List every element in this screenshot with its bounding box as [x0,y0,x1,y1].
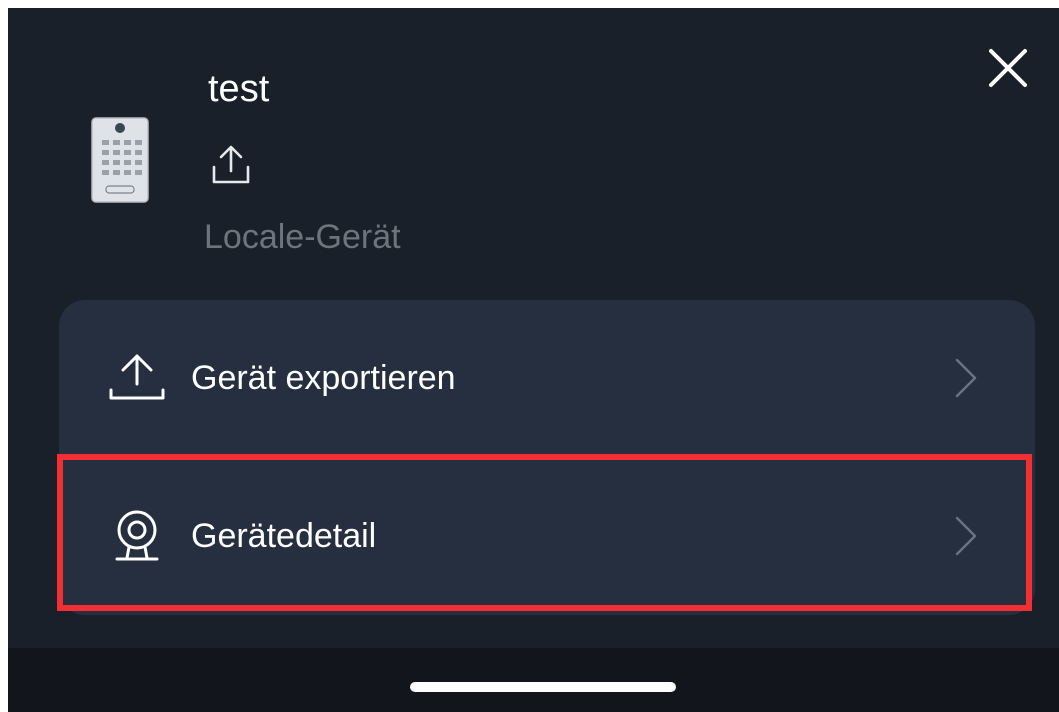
export-icon [107,348,167,408]
device-detail-item[interactable]: Gerätedetail [59,458,1035,614]
device-action-sheet: test Locale-Gerät Gerät exportieren Gerä… [8,8,1059,712]
export-device-item[interactable]: Gerät exportieren [59,300,1035,456]
device-detail-label: Gerätedetail [191,517,377,555]
device-name: test [208,68,270,110]
export-device-label: Gerät exportieren [191,359,456,397]
camera-icon [107,506,167,566]
home-indicator[interactable] [410,682,676,692]
device-type-label: Locale-Gerät [204,218,401,256]
close-button[interactable] [978,38,1038,98]
system-navigation-bar [8,648,1059,712]
close-icon [989,49,1027,87]
share-icon[interactable] [208,142,254,188]
chevron-right-icon [955,358,977,398]
menu-card: Gerät exportieren Gerätedetail [59,300,1035,615]
device-thumbnail [91,117,149,203]
chevron-right-icon [955,516,977,556]
